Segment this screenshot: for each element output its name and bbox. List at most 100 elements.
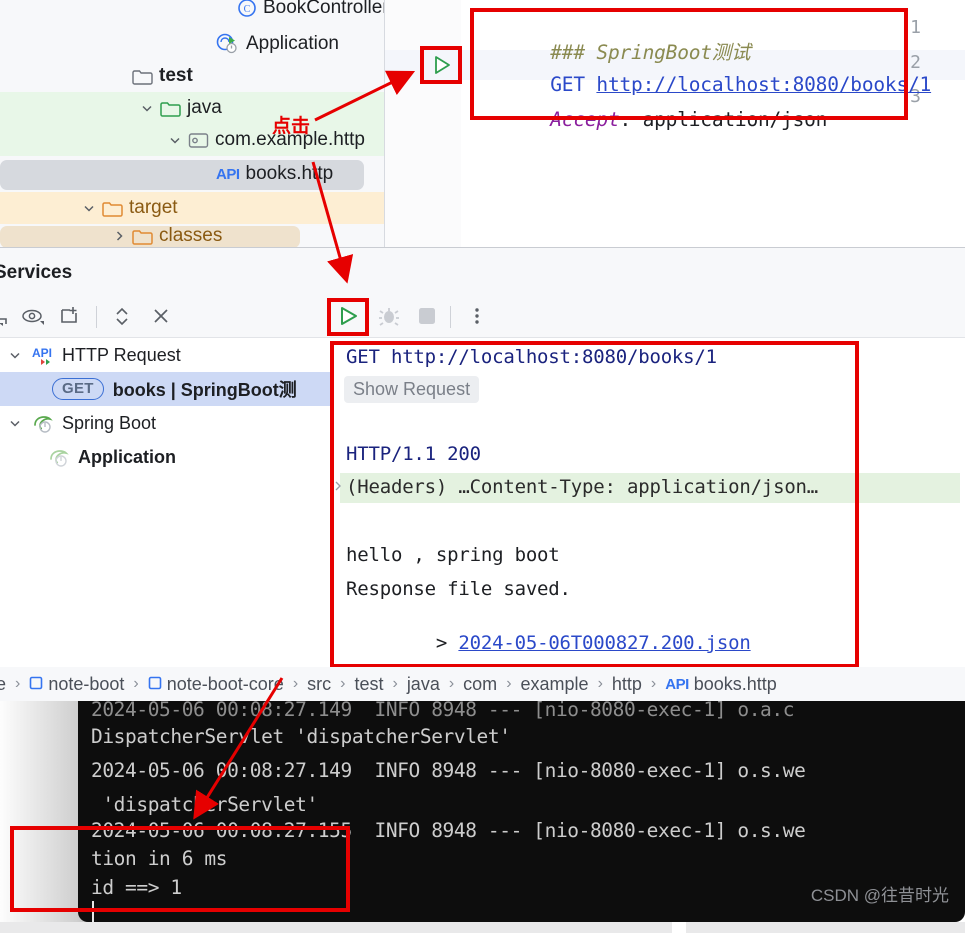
folder-green-icon [160, 100, 181, 117]
breadcrumb-item[interactable]: test [354, 674, 383, 695]
svg-text:C: C [244, 4, 251, 15]
services-item-label: HTTP Request [62, 344, 181, 365]
breadcrumb-label: note-boot-core [166, 673, 284, 694]
console-line: DispatcherServlet 'dispatcherServlet' [91, 725, 511, 748]
tree-item-application[interactable]: Application [0, 28, 384, 60]
tree-item-label: target [129, 197, 178, 218]
saved-file-link[interactable]: 2024-05-06T000827.200.json [458, 632, 750, 654]
breadcrumb-item[interactable]: e [0, 674, 6, 695]
tree-item-books-http[interactable]: API books.http [0, 158, 384, 190]
breadcrumb-separator-icon: › [392, 675, 398, 692]
console-bottom-strip [0, 922, 965, 933]
chevron-down-icon[interactable] [138, 101, 156, 115]
services-panel: Services API HTTP Request GET books | Sp… [0, 247, 965, 749]
module-icon [148, 674, 162, 695]
stop-icon[interactable] [412, 302, 442, 330]
breadcrumb-item[interactable]: note-boot [29, 674, 124, 695]
console-caret [92, 901, 94, 922]
status-strip-left [0, 922, 672, 933]
breadcrumb-item[interactable]: src [307, 674, 331, 695]
project-tree-panel: C BookController Application v [0, 0, 384, 247]
tree-item-target[interactable]: target [0, 192, 384, 224]
header-value: : application/json [619, 108, 828, 131]
class-c-icon: C [237, 0, 257, 18]
services-item-application[interactable]: Application [0, 440, 330, 474]
folder-icon [132, 68, 153, 85]
chevron-down-icon[interactable] [6, 416, 24, 430]
api-icon: API [32, 345, 56, 365]
breadcrumb-label: note-boot [48, 673, 125, 694]
console-line: tion in 6 ms [91, 847, 228, 870]
collapse-all-icon[interactable] [146, 302, 176, 330]
tree-item-label: java [187, 97, 222, 118]
breadcrumb-separator-icon: › [597, 675, 603, 692]
new-tab-icon[interactable] [56, 302, 86, 330]
breadcrumb-separator-icon: › [448, 675, 455, 692]
response-body-line: hello , spring boot [346, 544, 560, 566]
click-annotation-label: 点击 [272, 115, 311, 137]
chevron-down-icon[interactable] [6, 348, 24, 362]
debug-icon[interactable] [374, 302, 404, 330]
tree-item-label: classes [159, 225, 223, 246]
breadcrumb-label: e [0, 673, 7, 694]
spring-faded-icon [48, 447, 72, 467]
response-headers-line: (Headers) …Content-Type: application/jso… [346, 476, 819, 498]
breadcrumb-item[interactable]: http [612, 674, 642, 695]
services-title: Services [0, 262, 73, 283]
breadcrumb-separator-icon: › [650, 675, 657, 692]
breadcrumb: e › note-boot › note-boot-core › src › t… [0, 667, 965, 701]
breadcrumb-label: http [611, 673, 642, 694]
services-item-label: Spring Boot [62, 412, 157, 433]
saved-file-prefix: > [435, 632, 459, 654]
tree-item-java[interactable]: java [0, 92, 384, 124]
response-status-line: HTTP/1.1 200 [346, 443, 481, 465]
status-strip-right [686, 922, 965, 933]
breadcrumb-separator-icon: › [15, 675, 21, 692]
console-line: 2024-05-06 00:08:27.149 INFO 8948 --- [n… [91, 759, 806, 782]
chevron-right-icon[interactable] [110, 229, 128, 243]
breadcrumb-item[interactable]: example [521, 674, 589, 695]
expand-collapse-icon[interactable] [107, 302, 137, 330]
console-line: 2024-05-06 00:08:27.149 INFO 8948 --- [n… [91, 701, 795, 721]
console-line: 2024-05-06 00:08:27.155 INFO 8948 --- [n… [91, 819, 806, 842]
run-green-triangle-icon[interactable] [425, 50, 459, 80]
eye-icon[interactable] [18, 302, 48, 330]
services-item-books-request[interactable]: GET books | SpringBoot测 [0, 372, 330, 406]
editor-gutter [385, 0, 461, 247]
breadcrumb-label: example [520, 673, 589, 694]
more-options-icon[interactable] [462, 302, 492, 330]
breadcrumb-label: books.http [693, 673, 777, 694]
folder-orange-icon [132, 228, 153, 245]
header-name: Accept [550, 108, 620, 131]
services-item-http-request[interactable]: API HTTP Request [0, 338, 330, 372]
breadcrumb-item[interactable]: com [463, 674, 497, 695]
tree-item-label: BookController [263, 0, 384, 18]
response-request-line: GET http://localhost:8080/books/1 [346, 346, 717, 368]
breadcrumb-item[interactable]: note-boot-core [148, 674, 284, 695]
code-line-3[interactable]: Accept: application/json [481, 85, 827, 154]
spring-run-icon [216, 33, 240, 55]
breadcrumb-label: src [307, 673, 332, 694]
services-item-label: books | SpringBoot测 [112, 380, 297, 400]
show-request-button[interactable]: Show Request [344, 376, 480, 403]
http-method-badge: GET [52, 378, 104, 400]
chevron-down-icon[interactable] [166, 133, 184, 147]
response-panel: GET http://localhost:8080/books/1 Show R… [330, 338, 965, 668]
services-item-label: Application [78, 446, 176, 467]
line-number: 1 [910, 17, 921, 38]
chevron-down-icon[interactable] [80, 201, 98, 215]
breadcrumb-item[interactable]: API books.http [665, 674, 777, 695]
chevron-right-icon[interactable] [332, 479, 344, 496]
tree-item-test[interactable]: v test [0, 60, 384, 92]
run-icon[interactable] [332, 302, 364, 330]
tree-item-classes[interactable]: classes [0, 224, 384, 247]
screenshot-root: C BookController Application v [0, 0, 965, 933]
console-line: 'dispatcherServlet' [91, 793, 318, 816]
tree-item-bookcontroller[interactable]: C BookController [0, 0, 384, 24]
console-output[interactable]: 2024-05-06 00:08:27.149 INFO 8948 --- [n… [78, 701, 965, 922]
toolbar-divider [450, 306, 451, 328]
breadcrumb-item[interactable]: java [407, 674, 440, 695]
tree-item-package[interactable]: com.example.http [0, 124, 384, 156]
services-tree: API HTTP Request GET books | SpringBoot测 [0, 338, 330, 668]
services-item-spring-boot[interactable]: Spring Boot [0, 406, 330, 440]
